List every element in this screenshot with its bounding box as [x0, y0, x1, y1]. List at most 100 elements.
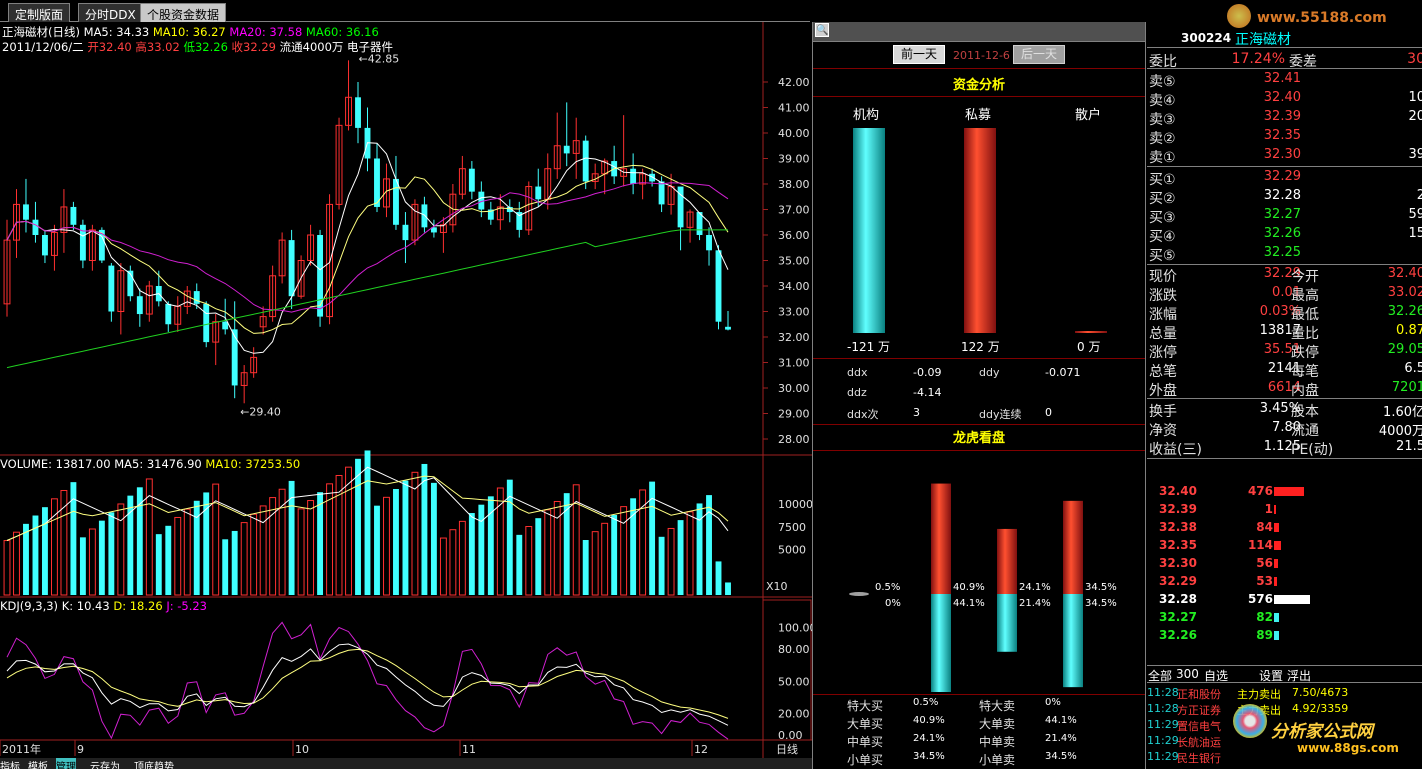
quote-value: 32.26 — [1387, 304, 1422, 319]
volume-bar — [696, 503, 703, 595]
depth-price: 32.39 — [1159, 502, 1197, 516]
candle-body — [630, 168, 637, 184]
high-label: ←42.85 — [359, 52, 400, 65]
logo-icon — [1227, 4, 1251, 28]
bottom-tab-manage[interactable]: 管理 — [56, 758, 76, 769]
tab-intraday-ddx[interactable]: 分时DDX — [78, 3, 143, 22]
bid-label: 买③ — [1149, 210, 1176, 226]
bottom-tab-indicator[interactable]: 指标 — [0, 758, 20, 769]
price-tick-label: 28.00 — [778, 433, 810, 446]
bid-volume: 2 — [1416, 188, 1422, 203]
order-table-cell-1-0: 大单买 — [847, 717, 884, 731]
bottom-tab-top-bottom[interactable]: 顶底趋势 — [134, 758, 174, 769]
news-stock: 正和股份 — [1177, 688, 1221, 701]
depth-volume: 56 — [1256, 556, 1273, 570]
quote-label: 最高 — [1291, 288, 1319, 304]
news-tab-watchlist[interactable]: 自选 — [1204, 667, 1228, 684]
quote-label: 总笔 — [1149, 364, 1177, 380]
ddx-stat-2-3: 0 — [1045, 406, 1052, 419]
ask-price: 32.35 — [1263, 128, 1301, 143]
search-icon[interactable]: 🔍 — [815, 23, 829, 37]
news-tab-settings[interactable]: 设置 — [1259, 667, 1283, 684]
ma20-line — [6, 182, 729, 313]
finance-label: 流通 — [1291, 423, 1319, 439]
order-diff-label: 委差 — [1289, 54, 1317, 70]
ddx-stat-1-0: ddz — [847, 386, 867, 399]
volume-bar — [108, 512, 115, 595]
ddx-stat-0-2: ddy — [979, 366, 1000, 379]
kdj-tick-label: 100.00 — [778, 622, 812, 635]
volume-bar — [686, 511, 694, 596]
news-time: 11:29 — [1147, 734, 1179, 747]
price-tick-label: 38.00 — [778, 178, 810, 191]
bottom-tab-save-cloud[interactable]: 云存为 — [90, 758, 120, 769]
price-tick-label: 31.00 — [778, 357, 810, 370]
flower-logo-icon — [1233, 704, 1267, 738]
price-tick-label: 37.00 — [778, 204, 810, 217]
finance-label: 净资 — [1149, 423, 1177, 439]
ddx-stat-0-1: -0.09 — [913, 366, 942, 379]
prev-day-button[interactable]: 前一天 — [893, 45, 945, 64]
tab-custom-layout[interactable]: 定制版面 — [8, 3, 71, 22]
depth-bar — [1274, 613, 1280, 622]
candle-body — [563, 145, 570, 154]
fund-bars — [853, 128, 1107, 333]
tab-stock-fund-data[interactable]: 个股资金数据 — [140, 3, 227, 22]
volume-bar — [725, 582, 731, 595]
ddx-stat-0-0: ddx — [847, 366, 868, 379]
kdj-k-line — [6, 643, 729, 726]
volume-bar — [449, 529, 457, 596]
price-tick-label: 36.00 — [778, 229, 810, 242]
quote-panel: 300224 正海磁材 www.55188.com 委比 17.24% 委差 30 卖… — [1147, 0, 1422, 769]
candle-body — [193, 291, 200, 304]
news-tab-float[interactable]: 浮出 — [1287, 667, 1311, 684]
bid-label: 买④ — [1149, 229, 1176, 245]
news-tab-300[interactable]: 300 — [1176, 667, 1199, 681]
depth-price: 32.30 — [1159, 556, 1197, 570]
stock-code: 300224 — [1181, 31, 1232, 45]
order-table-cell-3-2: 小单卖 — [979, 753, 1016, 767]
order-table-cell-0-2: 特大卖 — [979, 699, 1016, 713]
finance-value: 4000万 — [1378, 424, 1422, 439]
candle-body — [222, 321, 229, 330]
news-tab-all[interactable]: 全部 — [1148, 667, 1172, 684]
dragon-buy-label: 40.9% — [953, 582, 985, 593]
volume-bar — [591, 531, 599, 596]
dragon-sell-label: 44.1% — [953, 598, 985, 609]
ask-label: 卖④ — [1149, 93, 1176, 109]
news-stock: 长航油运 — [1177, 736, 1221, 749]
news-time: 11:28 — [1147, 686, 1179, 699]
bottom-tab-template[interactable]: 模板 — [28, 758, 48, 769]
stock-name: 正海磁材 — [1235, 32, 1291, 48]
volume-bar — [250, 513, 258, 596]
order-table-cell-1-1: 40.9% — [913, 715, 945, 726]
depth-bar — [1274, 523, 1280, 532]
volume-bar — [715, 561, 722, 595]
volume-bar — [42, 507, 48, 595]
xaxis-label: 12 — [694, 743, 708, 756]
price-tick-label: 35.00 — [778, 255, 810, 268]
volume-bar — [516, 534, 523, 595]
volume-tick-label: 7500 — [778, 521, 806, 534]
order-table-cell-2-0: 中单买 — [847, 735, 884, 749]
depth-price: 32.38 — [1159, 520, 1197, 534]
candle-body — [203, 303, 210, 343]
ask-volume: 39 — [1408, 147, 1422, 162]
dragon-sell-bar — [1063, 594, 1083, 688]
volume-bar — [374, 505, 380, 595]
candle-body — [136, 296, 143, 315]
order-table-cell-1-3: 44.1% — [1045, 715, 1077, 726]
quote-label: 每笔 — [1291, 364, 1319, 380]
layout-tabs: 定制版面 分时DDX 个股资金数据 — [0, 0, 810, 22]
next-day-button[interactable]: 后一天 — [1013, 45, 1065, 64]
candlestick-chart[interactable]: 42.00 41.00 40.00 39.00 38.00 37.00 36.00 35.00… — [0, 22, 812, 769]
ddx-stat-2-1: 3 — [913, 406, 920, 419]
volume-bar — [88, 528, 96, 596]
xaxis-label: 11 — [462, 743, 476, 756]
volume-bar — [3, 540, 11, 596]
volume-bar — [383, 496, 390, 596]
candle-body — [70, 206, 77, 225]
order-ratio-label: 委比 — [1149, 54, 1177, 70]
order-ratio-row: 委比 17.24% 委差 30 — [1147, 51, 1422, 70]
volume-bar — [620, 506, 628, 596]
